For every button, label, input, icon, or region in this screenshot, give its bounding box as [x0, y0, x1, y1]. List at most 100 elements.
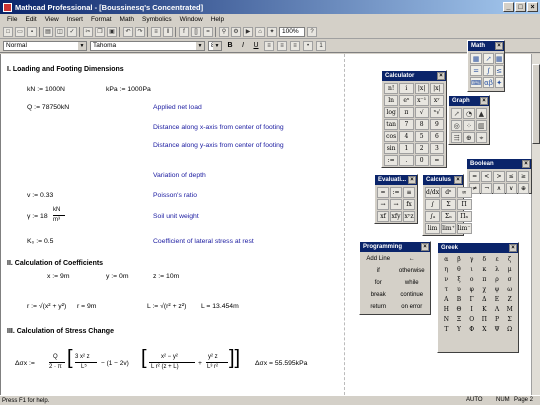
delta-sigma-x-lhs[interactable]: Δσx := [15, 360, 35, 367]
close-icon[interactable]: × [437, 72, 445, 80]
x-definition[interactable]: x := 9m [47, 273, 69, 280]
bar-plot-icon[interactable]: ▥ [475, 120, 487, 131]
calc-key[interactable]: 9 [429, 119, 444, 130]
zoom-select[interactable]: 100% [279, 26, 305, 37]
close-icon[interactable]: × [421, 243, 429, 251]
calc-key[interactable]: x⁻¹ [414, 95, 429, 106]
calc-key[interactable]: eˣ [399, 95, 414, 106]
minimize-button[interactable]: _ [503, 2, 514, 12]
align-right-icon[interactable]: ≡ [290, 41, 300, 51]
kn-definition[interactable]: kN := 1000N [27, 86, 65, 93]
eval-key[interactable]: → [390, 199, 402, 210]
v-definition[interactable]: v := 0.33 [27, 192, 53, 199]
note-x-distance[interactable]: Distance along x-axis from center of foo… [153, 124, 284, 131]
prog-break[interactable]: break [363, 290, 394, 300]
calc-key[interactable]: 1 [399, 143, 414, 154]
bool-key[interactable]: ¬ [481, 183, 493, 194]
graph-palette[interactable]: Graph × ↗ ◔ ▲ ◎ ⁘ ▥ ⇶ ⊕ ⌖ [448, 95, 490, 145]
greek-letter-key[interactable]: ω [503, 285, 516, 295]
note-applied-load[interactable]: Applied net load [153, 104, 202, 111]
greek-letter-key[interactable]: ο [465, 275, 478, 285]
greek-letter-key[interactable]: Γ [465, 295, 478, 305]
note-y-distance[interactable]: Distance along y-axis from center of foo… [153, 142, 284, 149]
left-limit-icon[interactable]: lim⁻ [456, 223, 472, 234]
bool-key[interactable]: ∧ [493, 183, 505, 194]
note-depth[interactable]: Variation of depth [153, 172, 206, 179]
eval-key[interactable]: fx [403, 199, 415, 210]
greek-letter-key[interactable]: Ε [491, 295, 504, 305]
greek-letter-key[interactable]: φ [465, 285, 478, 295]
close-button[interactable]: × [527, 2, 538, 12]
menu-math[interactable]: Math [116, 16, 138, 23]
graph-palette-icon[interactable]: ↗ [483, 53, 494, 64]
l-result[interactable]: L = 13.454m [201, 303, 239, 310]
prog-return[interactable]: return [363, 302, 394, 312]
note-k0[interactable]: Coefficient of lateral stress at rest [153, 238, 254, 245]
greek-letter-key[interactable]: Κ [478, 305, 491, 315]
calculus-palette-title[interactable]: Calculus × [423, 175, 463, 185]
greek-letter-key[interactable]: κ [478, 265, 491, 275]
numbering-icon[interactable]: 1 [316, 41, 326, 51]
calc-key[interactable]: √ [414, 107, 429, 118]
run-mathconnex-icon[interactable]: ▶ [243, 26, 253, 37]
greek-letter-key[interactable]: Ω [503, 325, 516, 335]
greek-letter-key[interactable]: α [440, 255, 453, 265]
greek-letter-key[interactable]: η [440, 265, 453, 275]
calc-key[interactable]: log [384, 107, 399, 118]
boolean-palette-title[interactable]: Boolean × [467, 159, 531, 169]
calc-key[interactable]: := [384, 155, 399, 166]
greek-letter-key[interactable]: Ψ [491, 325, 504, 335]
r-result[interactable]: r = 9m [77, 303, 96, 310]
product-icon[interactable]: Π [456, 199, 472, 210]
note-poisson[interactable]: Poisson's ratio [153, 192, 197, 199]
z-definition[interactable]: z := 10m [153, 273, 179, 280]
programming-palette-icon[interactable]: ⌨ [470, 77, 483, 88]
greek-letter-key[interactable]: μ [503, 265, 516, 275]
calc-key[interactable]: . [399, 155, 414, 166]
scroll-thumb[interactable] [532, 64, 540, 144]
greek-palette-title[interactable]: Greek × [438, 243, 518, 253]
programming-palette[interactable]: Programming × Add Line ← if otherwise for… [359, 241, 431, 315]
boolean-palette-icon[interactable]: ≤ [494, 65, 504, 76]
menu-file[interactable]: File [3, 16, 21, 23]
calc-key[interactable]: tan [384, 119, 399, 130]
right-limit-icon[interactable]: lim⁺ [441, 223, 456, 234]
calc-key[interactable]: n! [384, 83, 399, 94]
greek-letter-key[interactable]: Θ [453, 305, 466, 315]
calculus-palette[interactable]: Calculus × d/dx dⁿ ∞ ∫ Σ Π ∫ₐ Σₙ Πₙ lim l… [422, 174, 472, 236]
greek-letter-key[interactable]: Ξ [453, 315, 466, 325]
paste-icon[interactable]: ▣ [107, 26, 117, 37]
greek-letter-key[interactable]: Β [453, 295, 466, 305]
new-icon[interactable]: □ [3, 26, 13, 37]
eval-key[interactable]: → [377, 199, 389, 210]
greek-letter-key[interactable]: γ [465, 255, 478, 265]
spell-check-icon[interactable]: ✓ [67, 26, 77, 37]
bool-key[interactable]: < [481, 171, 493, 182]
greek-letter-key[interactable]: τ [440, 285, 453, 295]
greek-letter-key[interactable]: Δ [478, 295, 491, 305]
calculator-palette-icon[interactable]: ▦ [470, 53, 483, 64]
help-icon[interactable]: ? [307, 26, 317, 37]
menu-view[interactable]: View [41, 16, 63, 23]
resource-center-icon[interactable]: ⌂ [255, 26, 265, 37]
y-definition[interactable]: y := 0m [106, 273, 128, 280]
menu-insert[interactable]: Insert [63, 16, 87, 23]
q-definition[interactable]: Q := 78750kN [27, 104, 69, 111]
greek-letter-key[interactable]: Τ [440, 325, 453, 335]
greek-letter-key[interactable]: Ο [465, 315, 478, 325]
undo-icon[interactable]: ↶ [123, 26, 133, 37]
calculate-icon[interactable]: = [203, 26, 213, 37]
calc-key[interactable]: cos [384, 131, 399, 142]
eval-key[interactable]: ≡ [403, 187, 415, 198]
calc-key[interactable]: 3 [429, 143, 444, 154]
bool-key[interactable]: = [469, 171, 481, 182]
matrix-palette-icon[interactable]: ▦ [494, 53, 504, 64]
greek-letter-key[interactable]: Η [440, 305, 453, 315]
greek-palette[interactable]: Greek × αβγδεζ ηθικλμ νξοπρσ τυφχψω ΑΒΓΔΕΖ ΗΘΙ… [437, 242, 519, 353]
xy-plot-icon[interactable]: ↗ [451, 108, 463, 119]
component-wizard-icon[interactable]: ⚙ [231, 26, 241, 37]
close-icon[interactable]: × [509, 244, 517, 252]
maximize-button[interactable]: □ [515, 2, 526, 12]
eval-key[interactable]: xfy [390, 211, 402, 222]
close-icon[interactable]: × [480, 97, 488, 105]
